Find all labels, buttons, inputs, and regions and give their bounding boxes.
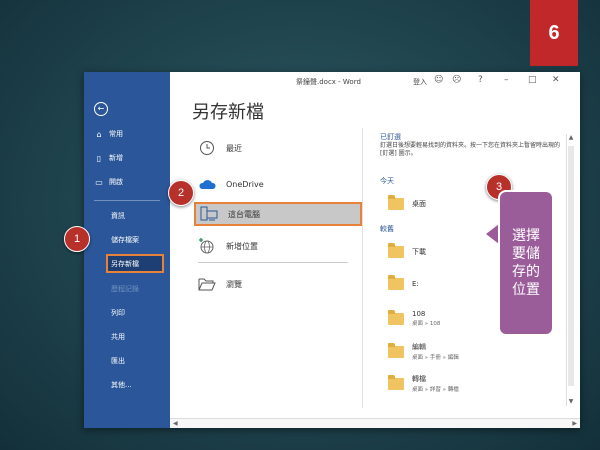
- page-title: 另存新檔: [192, 102, 264, 123]
- computer-icon: [200, 205, 218, 223]
- pane-separator: [362, 128, 363, 408]
- sidebar-item-export[interactable]: 匯出: [111, 355, 125, 367]
- help-icon[interactable]: ?: [478, 75, 483, 85]
- folder-item[interactable]: E:: [388, 275, 419, 290]
- sidebar-item-save-as[interactable]: 另存新檔: [106, 254, 164, 273]
- location-label: OneDrive: [226, 179, 264, 189]
- folder-path: 桌面 » 手冊 » 編輯: [412, 355, 459, 361]
- location-onedrive[interactable]: OneDrive: [198, 174, 264, 194]
- sidebar-item-label: 常用: [109, 130, 123, 138]
- callout-2: 2: [168, 180, 194, 206]
- folder-name: 編輯: [412, 343, 426, 351]
- older-heading: 較舊: [380, 225, 394, 233]
- location-label: 最近: [226, 143, 242, 153]
- location-this-pc[interactable]: 這台電腦: [194, 202, 362, 226]
- sidebar-item-share[interactable]: 共用: [111, 331, 125, 343]
- folder-name: 轉檔: [412, 375, 426, 383]
- sidebar-item-label: 開啟: [109, 178, 123, 186]
- scroll-right-icon[interactable]: ▶: [572, 420, 577, 427]
- folder-name: 桌面: [412, 200, 426, 208]
- folder-icon: [388, 342, 404, 358]
- folder-path: 桌面 » 108: [412, 321, 441, 327]
- back-arrow-icon[interactable]: ←: [94, 102, 108, 116]
- title-bar: 祭鐘聲.docx - Word 登入 ☺ ☹ ? – □ ✕: [170, 72, 580, 92]
- sidebar-divider: [94, 200, 160, 201]
- pinned-heading: 已釘選: [380, 133, 401, 141]
- smile-icon[interactable]: ☺: [434, 75, 443, 85]
- callout-1: 1: [64, 226, 90, 252]
- today-heading: 今天: [380, 177, 394, 185]
- tip-line: 選擇: [512, 228, 540, 244]
- sidebar-item-print[interactable]: 列印: [111, 307, 125, 319]
- clock-icon: [198, 140, 216, 156]
- folder-icon: [388, 243, 404, 258]
- folder-item[interactable]: 下載: [388, 243, 426, 258]
- folder-item[interactable]: 桌面: [388, 195, 426, 210]
- folder-icon: [388, 374, 404, 390]
- folder-name: 下載: [412, 248, 426, 256]
- slide-page-number: 6: [530, 0, 578, 66]
- sidebar-item-label: 新增: [109, 154, 123, 162]
- tip-line: 要儲: [512, 246, 540, 262]
- folder-item[interactable]: 108 桌面 » 108: [388, 309, 441, 327]
- pinned-description: 釘選日後想要輕易找到的資料夾。按一下您在資料夾上暫留時出現的 [釘選] 圖示。: [380, 142, 561, 157]
- instruction-tip: 選擇 要儲 存的 位置: [498, 190, 554, 336]
- folder-name: E:: [412, 280, 419, 288]
- backstage-sidebar: ← ⌂ 常用 ▯ 新增 ▭ 開啟 資訊 儲存檔案 另存新檔 歷程記錄 列印 共用…: [84, 72, 170, 428]
- folder-open-icon: [198, 277, 216, 291]
- vertical-scrollbar[interactable]: ▲ ▼: [566, 134, 574, 406]
- folder-icon: [388, 275, 404, 290]
- scroll-left-icon[interactable]: ◀: [173, 420, 178, 427]
- maximize-icon[interactable]: □: [528, 75, 537, 85]
- sidebar-item-more[interactable]: 其他...: [111, 379, 132, 391]
- sidebar-item-home[interactable]: ⌂ 常用: [94, 128, 123, 140]
- scroll-up-icon[interactable]: ▲: [567, 134, 575, 142]
- location-label: 這台電腦: [228, 209, 260, 219]
- sidebar-item-save[interactable]: 儲存檔案: [111, 234, 139, 246]
- sidebar-item-new[interactable]: ▯ 新增: [94, 152, 123, 164]
- location-label: 新增位置: [226, 241, 258, 251]
- open-folder-icon: ▭: [95, 177, 103, 187]
- sidebar-item-info[interactable]: 資訊: [111, 210, 125, 222]
- close-icon[interactable]: ✕: [552, 75, 560, 85]
- location-add-place[interactable]: 新增位置: [198, 236, 258, 256]
- sidebar-item-history[interactable]: 歷程記錄: [111, 283, 139, 295]
- globe-plus-icon: [198, 237, 216, 255]
- tip-line: 位置: [512, 282, 540, 298]
- folder-name: 108: [412, 310, 426, 318]
- folder-item[interactable]: 編輯 桌面 » 手冊 » 編輯: [388, 342, 459, 361]
- folder-item[interactable]: 轉檔 桌面 » 詳習 » 轉檔: [388, 374, 459, 393]
- scroll-down-icon[interactable]: ▼: [567, 398, 575, 406]
- home-icon: ⌂: [96, 129, 102, 139]
- folder-path: 桌面 » 詳習 » 轉檔: [412, 387, 459, 393]
- horizontal-scrollbar[interactable]: ◀ ▶: [170, 418, 580, 428]
- document-title: 祭鐘聲.docx - Word: [296, 78, 361, 86]
- location-browse[interactable]: 瀏覽: [198, 274, 242, 294]
- location-recent[interactable]: 最近: [198, 138, 242, 158]
- tip-line: 存的: [512, 264, 540, 280]
- minimize-icon[interactable]: –: [504, 75, 509, 85]
- location-label: 瀏覽: [226, 279, 242, 289]
- new-doc-icon: ▯: [96, 153, 102, 163]
- frown-icon[interactable]: ☹: [452, 75, 461, 85]
- sidebar-item-open[interactable]: ▭ 開啟: [94, 176, 123, 188]
- scroll-thumb[interactable]: [568, 146, 574, 386]
- folder-icon: [388, 309, 404, 325]
- sign-in-link[interactable]: 登入: [413, 77, 427, 87]
- location-divider: [198, 262, 348, 263]
- cloud-icon: [198, 178, 216, 190]
- folder-icon: [388, 195, 404, 210]
